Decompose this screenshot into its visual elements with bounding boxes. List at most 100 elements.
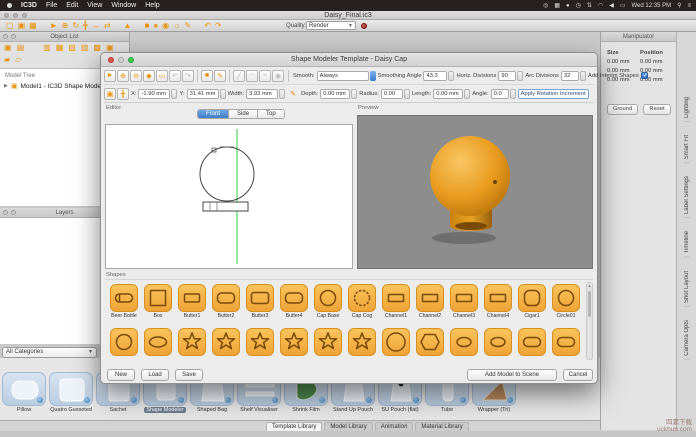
shape-item[interactable]	[141, 328, 175, 356]
shape-item[interactable]	[311, 328, 345, 356]
menu-view[interactable]: View	[87, 2, 102, 9]
daisy-shape-icon[interactable]	[348, 328, 376, 356]
circle-lg-shape-icon[interactable]	[382, 328, 410, 356]
depth-input[interactable]: 0.00 mm	[320, 89, 357, 99]
edit-icon[interactable]: ✎	[184, 22, 191, 30]
pillow-template-icon[interactable]	[2, 372, 46, 406]
group-icon[interactable]: ▥	[43, 44, 51, 52]
eyedropper-icon[interactable]: ✎	[214, 70, 226, 82]
tab-side[interactable]: Side	[229, 110, 258, 118]
shape-item[interactable]: Butter1	[175, 284, 209, 319]
zoom-window-icon[interactable]	[128, 57, 134, 63]
channel3-shape-icon[interactable]	[450, 284, 478, 312]
tab-front[interactable]: Front	[198, 110, 229, 118]
channel4-shape-icon[interactable]	[484, 284, 512, 312]
beer-bottle-shape-icon[interactable]	[110, 284, 138, 312]
shape-item[interactable]	[379, 328, 413, 356]
smooth-select[interactable]: Always	[317, 71, 376, 81]
menu-file[interactable]: File	[46, 2, 57, 9]
channel2-shape-icon[interactable]	[416, 284, 444, 312]
shape-item[interactable]	[209, 328, 243, 356]
save-file-icon[interactable]: ▦	[29, 22, 37, 30]
box-shape-icon[interactable]	[144, 284, 172, 312]
template-item[interactable]: Pillow	[2, 372, 46, 413]
shape-item[interactable]	[481, 328, 515, 356]
x-input[interactable]: -1.90 mm	[138, 89, 177, 99]
remove-object-icon[interactable]: ▤	[17, 44, 25, 52]
y-input[interactable]: 31.41 mm	[187, 89, 226, 99]
panel-controls[interactable]	[3, 210, 16, 215]
line-tool-icon[interactable]: ╱	[233, 70, 245, 82]
undo-icon[interactable]: ↶	[204, 22, 211, 30]
shape-item[interactable]: Channel2	[413, 284, 447, 319]
interim-shapes-checkbox[interactable]	[641, 72, 648, 79]
fill-color-icon[interactable]: ■	[201, 70, 213, 82]
cap-cog-shape-icon[interactable]	[348, 284, 376, 312]
close-icon[interactable]	[108, 57, 114, 63]
width-input[interactable]: 3.93 mm	[246, 89, 285, 99]
butter1-shape-icon[interactable]	[178, 284, 206, 312]
channel1-shape-icon[interactable]	[382, 284, 410, 312]
status-icon[interactable]: ◀	[609, 2, 614, 9]
daisy-shape-icon[interactable]	[314, 328, 342, 356]
hide-icon[interactable]: ▩	[93, 44, 101, 52]
window-titlebar[interactable]: Daisy_Final.ic3	[0, 11, 696, 20]
daisy-shape-icon[interactable]	[178, 328, 206, 356]
ground-button[interactable]: Ground	[607, 104, 638, 115]
shape-item[interactable]: Cap Cog	[345, 284, 379, 319]
apple-menu-icon[interactable]	[7, 3, 12, 8]
menu-window[interactable]: Window	[111, 2, 136, 9]
pencil-icon[interactable]: ✎	[287, 88, 299, 100]
redo-icon[interactable]: ↷	[215, 22, 222, 30]
ellipse-shape-icon[interactable]	[144, 328, 172, 356]
side-tab-smart-fit[interactable]: Smart Fit	[684, 132, 690, 163]
cigar1-shape-icon[interactable]	[518, 284, 546, 312]
shape-item[interactable]	[447, 328, 481, 356]
scale-icon[interactable]: ↔	[92, 22, 100, 30]
select-tool-icon[interactable]: ►	[104, 70, 116, 82]
shape-item[interactable]	[277, 328, 311, 356]
status-icon[interactable]: ▦	[554, 2, 560, 9]
dialog-titlebar[interactable]: Shape Modeler Template - Daisy Cap	[101, 53, 597, 67]
side-tab-lighting[interactable]: Lighting	[684, 94, 690, 122]
shape-item[interactable]: Butter4	[277, 284, 311, 319]
reset-button[interactable]: Reset	[643, 104, 671, 115]
light-icon[interactable]: ☼	[173, 22, 180, 30]
zoom-icon[interactable]: ⊕	[62, 22, 69, 30]
ellipse-sm-shape-icon[interactable]	[450, 328, 478, 356]
ellipse-sm-shape-icon[interactable]	[484, 328, 512, 356]
cap-base-shape-icon[interactable]	[314, 284, 342, 312]
length-input[interactable]: 0.00 mm	[433, 89, 470, 99]
shape-item[interactable]	[549, 328, 583, 356]
status-icon[interactable]: ◎	[543, 2, 548, 9]
preview-canvas[interactable]	[357, 115, 593, 269]
smoothing-angle-input[interactable]: 43.3	[423, 71, 454, 81]
mirror-icon[interactable]: ⇄	[104, 22, 111, 30]
undo-icon[interactable]: ↶	[169, 70, 181, 82]
smooth-tool-icon[interactable]: ◉	[272, 70, 284, 82]
shape-item[interactable]	[345, 328, 379, 356]
shape-item[interactable]: Cap Base	[311, 284, 345, 319]
save-button[interactable]: Save	[175, 369, 203, 381]
shape-item[interactable]	[107, 328, 141, 356]
angle-input[interactable]: 0.0	[491, 89, 516, 99]
shape-item[interactable]: Channel3	[447, 284, 481, 319]
primitive-icon[interactable]: ▲	[124, 22, 132, 30]
menu-help[interactable]: Help	[145, 2, 159, 9]
ungroup-icon[interactable]: ▦	[56, 44, 64, 52]
duplicate-icon[interactable]: ▧	[68, 44, 76, 52]
isolate-icon[interactable]: ▣	[106, 44, 114, 52]
panel-controls[interactable]	[3, 34, 16, 39]
daisy-shape-icon[interactable]	[246, 328, 274, 356]
quatro-gusseted-template-icon[interactable]	[49, 372, 93, 406]
circle-shape-icon[interactable]	[110, 328, 138, 356]
redo-icon[interactable]: ↷	[182, 70, 194, 82]
anchor-icon[interactable]: ▣	[104, 88, 116, 100]
capsule-shape-icon[interactable]	[552, 328, 580, 356]
minimize-icon[interactable]	[118, 57, 124, 63]
cancel-button[interactable]: Cancel	[563, 369, 593, 381]
tab-top[interactable]: Top	[258, 110, 284, 118]
circle01-shape-icon[interactable]	[552, 284, 580, 312]
node-edit-icon[interactable]: ◆	[143, 70, 155, 82]
zoom-out-icon[interactable]: ⊖	[130, 70, 142, 82]
